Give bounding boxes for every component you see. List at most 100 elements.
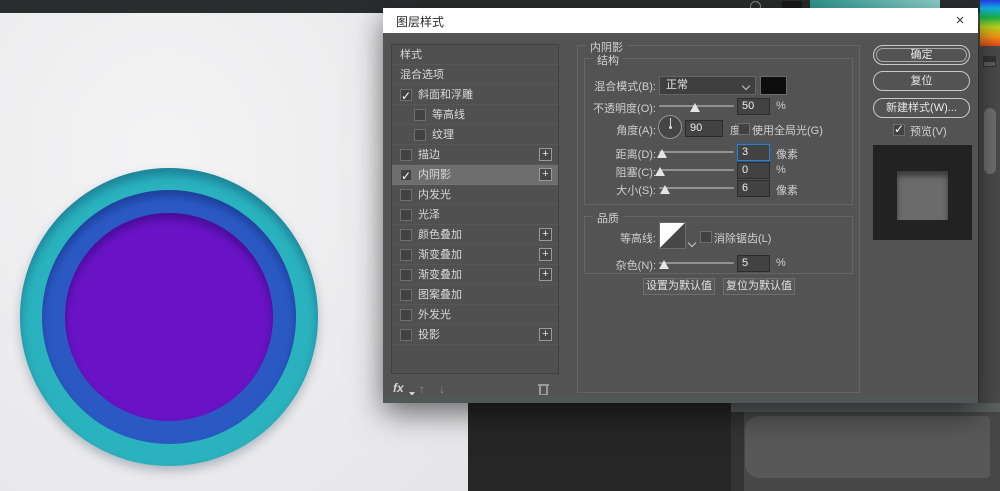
global-light-checkbox[interactable] (738, 123, 750, 135)
add-effect-icon[interactable]: + (539, 148, 552, 161)
style-checkbox[interactable] (400, 86, 412, 106)
style-item-label: 混合选项 (400, 68, 444, 81)
add-effect-icon[interactable]: + (539, 168, 552, 181)
add-effect-icon[interactable]: + (539, 328, 552, 341)
style-item-label: 描边 (418, 148, 440, 161)
style-item-label: 渐变叠加 (418, 248, 462, 261)
distance-slider[interactable] (657, 144, 734, 160)
choke-label: 阻塞(C): (615, 167, 656, 179)
slider-thumb[interactable] (657, 149, 667, 158)
close-icon[interactable]: × (948, 10, 972, 31)
size-label: 大小(S): (616, 185, 656, 197)
size-slider[interactable] (659, 180, 734, 196)
global-light-label: 使用全局光(G) (752, 125, 823, 137)
dialog-body: 样式混合选项斜面和浮雕等高线纹理描边+内阴影+内发光光泽颜色叠加+渐变叠加+渐变… (383, 33, 978, 396)
style-list-item[interactable]: 斜面和浮雕 (392, 85, 558, 106)
style-list-item[interactable]: 颜色叠加 + (392, 225, 558, 245)
angle-dial[interactable] (658, 115, 682, 139)
layer-style-dialog: 图层样式 × 样式混合选项斜面和浮雕等高线纹理描边 + 内阴影 + 内发光光泽颜色叠加 +… (383, 8, 978, 403)
style-list-item[interactable]: 纹理 (392, 125, 558, 145)
spectrum-color-bar[interactable] (980, 0, 1000, 46)
panel-scrollbar-thumb[interactable] (984, 108, 996, 174)
style-list-item[interactable]: 内阴影 + (392, 165, 558, 186)
background-panel-strip (731, 403, 1000, 412)
slider-thumb[interactable] (658, 260, 669, 269)
style-checkbox[interactable] (400, 148, 412, 161)
style-checkbox[interactable] (400, 208, 412, 221)
chevron-down-icon (741, 81, 751, 91)
style-item-label: 颜色叠加 (418, 228, 462, 241)
ok-button[interactable]: 确定 (873, 45, 970, 65)
choke-slider[interactable] (654, 162, 734, 178)
noise-slider[interactable] (658, 255, 734, 271)
style-item-label: 纹理 (432, 128, 454, 141)
choke-unit: % (776, 164, 786, 176)
style-checkbox[interactable] (414, 128, 426, 141)
new-style-button[interactable]: 新建样式(W)... (873, 98, 970, 118)
reset-button[interactable]: 复位 (873, 71, 970, 91)
artwork-circle-outer (20, 168, 318, 466)
style-item-label: 样式 (400, 48, 422, 61)
style-checkbox[interactable] (400, 228, 412, 241)
style-item-label: 投影 (418, 328, 440, 341)
add-effect-icon[interactable]: + (539, 268, 552, 281)
style-checkbox[interactable] (400, 288, 412, 301)
add-effect-icon[interactable]: + (539, 248, 552, 261)
angle-label: 角度(A): (616, 125, 656, 137)
style-list-item[interactable]: 等高线 (392, 105, 558, 125)
background-rounded-panel (745, 416, 990, 478)
inner-shadow-panel: 内阴影 结构 混合模式(B): 正常 不透明度(O): 50 % 角度(A): (577, 39, 860, 393)
style-item-label: 内阴影 (418, 168, 451, 181)
contour-picker[interactable] (659, 222, 686, 249)
opacity-slider[interactable] (659, 98, 734, 114)
antialias-checkbox[interactable] (700, 231, 712, 243)
style-item-label: 等高线 (432, 108, 465, 121)
style-list-item[interactable]: 图案叠加 (392, 285, 558, 305)
style-checkbox[interactable] (400, 268, 412, 281)
preview-checkbox[interactable] (893, 122, 905, 136)
dialog-titlebar[interactable]: 图层样式 × (383, 8, 978, 33)
right-side-panel (978, 46, 1000, 403)
size-input[interactable]: 6 (737, 180, 770, 197)
style-list-item[interactable]: 渐变叠加 + (392, 265, 558, 285)
style-item-label: 渐变叠加 (418, 268, 462, 281)
style-list-item[interactable]: 光泽 (392, 205, 558, 225)
add-effect-icon[interactable]: + (539, 228, 552, 241)
set-default-button[interactable]: 设置为默认值 (643, 278, 715, 295)
style-checkbox[interactable] (400, 166, 412, 186)
slider-thumb[interactable] (660, 185, 670, 194)
style-checkbox[interactable] (400, 328, 412, 341)
blend-mode-dropdown[interactable]: 正常 (659, 76, 756, 95)
trash-icon[interactable] (538, 383, 549, 395)
style-checkbox[interactable] (400, 308, 412, 321)
style-checkbox[interactable] (400, 248, 412, 261)
dialog-resize-bar[interactable] (383, 395, 978, 403)
style-item-label: 光泽 (418, 208, 440, 221)
quality-group-title: 品质 (593, 210, 623, 226)
style-list-item[interactable]: 内发光 (392, 185, 558, 205)
angle-input[interactable]: 90 (685, 120, 723, 137)
panel-menu-icon[interactable] (983, 56, 996, 67)
style-item-label: 图案叠加 (418, 288, 462, 301)
style-list-item[interactable]: 样式 (392, 45, 558, 65)
shadow-color-swatch[interactable] (760, 76, 787, 95)
reset-default-button[interactable]: 复位为默认值 (723, 278, 795, 295)
style-list-item[interactable]: 渐变叠加 + (392, 245, 558, 265)
distance-input[interactable]: 3 (737, 144, 770, 161)
move-effect-up-icon[interactable]: ↑ (419, 382, 425, 396)
slider-thumb[interactable] (690, 103, 700, 112)
choke-input[interactable]: 0 (737, 162, 770, 179)
noise-input[interactable]: 5 (737, 255, 770, 272)
style-list-item[interactable]: 混合选项 (392, 65, 558, 85)
style-list-item[interactable]: 投影 + (392, 325, 558, 345)
style-checkbox[interactable] (400, 188, 412, 201)
style-list-item[interactable]: 外发光 (392, 305, 558, 325)
style-checkbox[interactable] (414, 108, 426, 121)
slider-thumb[interactable] (654, 167, 665, 176)
blend-mode-label: 混合模式(B): (594, 81, 656, 93)
opacity-input[interactable]: 50 (737, 98, 770, 115)
move-effect-down-icon[interactable]: ↓ (439, 382, 445, 396)
fx-icon[interactable]: fx (393, 381, 404, 395)
background-panel-band (731, 412, 744, 491)
style-list-item[interactable]: 描边 + (392, 145, 558, 165)
